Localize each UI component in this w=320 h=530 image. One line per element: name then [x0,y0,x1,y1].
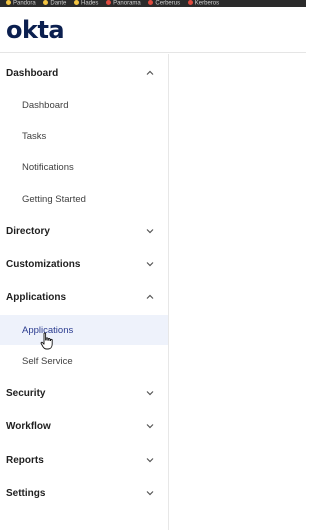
sidebar-item-notifications[interactable]: Notifications [0,152,168,182]
sidebar-nav: Dashboard Dashboard Tasks Notifications … [0,54,169,530]
nav-group-label: Security [6,387,46,399]
nav-group-customizations[interactable]: Customizations [0,249,168,279]
nav-group-dashboard[interactable]: Dashboard [0,58,168,88]
bookmark-favicon-icon [43,0,49,5]
bookmark-kerberos[interactable]: Kerberos [187,0,220,7]
nav-group-reports[interactable]: Reports [0,445,168,475]
bookmark-label: Pandora [13,0,36,7]
bookmark-favicon-icon [106,0,112,5]
bookmark-hades[interactable]: Hades [74,0,98,7]
nav-group-label: Workflow [6,420,51,432]
nav-item-label: Self Service [22,355,73,367]
bookmark-favicon-icon [6,0,11,5]
sidebar-item-getting-started[interactable]: Getting Started [0,184,168,214]
nav-group-label: Dashboard [6,67,59,79]
sidebar-item-tasks[interactable]: Tasks [0,121,168,151]
nav-item-label: Getting Started [22,193,86,205]
nav-item-label: Notifications [22,161,74,173]
sidebar-item-applications[interactable]: Applications [0,315,168,345]
nav-group-directory[interactable]: Directory [0,216,168,246]
nav-group-settings[interactable]: Settings [0,478,168,508]
okta-logo[interactable]: okta [6,17,65,43]
chevron-down-icon [146,227,154,235]
nav-item-label: Dashboard [22,99,69,111]
nav-group-label: Directory [6,225,50,237]
bookmark-cerberus[interactable]: Cerberus [148,0,180,7]
bookmark-pandora[interactable]: Pandora [6,0,36,7]
nav-group-workflow[interactable]: Workflow [0,411,168,441]
chevron-down-icon [146,489,154,497]
chevron-up-icon [146,293,154,301]
chevron-down-icon [146,456,154,464]
nav-group-applications[interactable]: Applications [0,282,168,312]
bookmark-panorama[interactable]: Panorama [106,0,141,7]
bookmark-favicon-icon [187,0,193,5]
bookmarks-bar: Pandora Dante Hades Panorama Cerberus Ke… [0,0,306,7]
bookmark-label: Hades [81,0,99,7]
nav-group-label: Applications [6,291,67,303]
chevron-down-icon [146,260,154,268]
hand-cursor-icon [40,332,54,350]
nav-group-label: Reports [6,454,44,466]
nav-group-security[interactable]: Security [0,378,168,408]
sidebar-item-self-service[interactable]: Self Service [0,346,168,376]
nav-group-label: Settings [6,487,46,499]
bookmark-label: Cerberus [155,0,181,7]
chevron-up-icon [146,69,154,77]
chevron-down-icon [146,389,154,397]
bookmark-label: Kerberos [194,0,220,7]
chevron-down-icon [146,422,154,430]
bookmark-label: Dante [50,0,67,7]
nav-group-label: Customizations [6,258,81,270]
bookmark-dante[interactable]: Dante [43,0,66,7]
sidebar-item-dashboard[interactable]: Dashboard [0,90,168,120]
main-content [170,54,306,530]
app-header: okta [0,7,306,53]
bookmark-favicon-icon [74,0,80,5]
nav-item-label: Tasks [22,130,47,142]
bookmark-favicon-icon [148,0,154,5]
bookmark-label: Panorama [113,0,141,7]
